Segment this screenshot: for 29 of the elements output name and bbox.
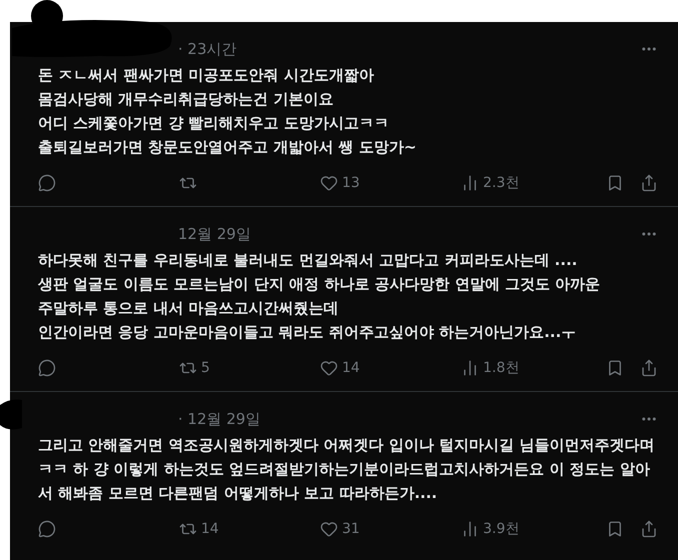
speech-bubble-icon[interactable]: [38, 520, 56, 538]
stat-count: 5: [201, 360, 210, 376]
bar-chart-icon[interactable]: [461, 174, 479, 192]
speech-bubble-icon[interactable]: [38, 174, 56, 192]
stat-count: 14: [201, 521, 219, 537]
speech-bubble-icon[interactable]: [38, 359, 56, 377]
stat-count: 14: [342, 360, 360, 376]
stat-count: 13: [342, 175, 360, 191]
post-text: 돈 ㅈㄴ써서 팬싸가면 미공포도안줘 시간도개짧아 몸검사당해 개무수리취급당하는건 기본이요 어디 스케쫓아가면 걍 빨리해치우고 도망가시고ㅋㅋ 출퇴길보러가면 창문도안열어주고 개밟아서 쌩 도망가~: [38, 65, 418, 158]
heart-icon[interactable]: [320, 359, 338, 377]
bookmark-icon[interactable]: [606, 174, 624, 192]
bookmark-icon[interactable]: [606, 359, 624, 377]
post-time: 12월 29일: [178, 224, 252, 244]
bookmark-icon[interactable]: [606, 520, 624, 538]
stat-count: 3.9천: [483, 520, 520, 538]
post-text: 그리고 안해줄거면 역조공시원하게하겟다 어쩌겟다 입이나 털지마시길 님들이먼저주겟다며ㅋㅋ 하 걍 이렇게 하는것도 엎드려절받기하는기분이라드럽고치사하거든요 이 정도는 알아서 해봐좀 모르면 다른팬덤 어떻게하나 보고 따라하든가....: [38, 435, 656, 504]
share-icon[interactable]: [640, 174, 658, 192]
bar-chart-icon[interactable]: [461, 520, 479, 538]
post-text: 하다못해 친구를 우리동네로 불러내도 먼길와줘서 고맙다고 커피라도사는데 .... 생판 얼굴도 이름도 모르는남이 단지 애정 하나로 공사다망한 연말에 그것도 아까운 주말하루 통으로 내서 마음쓰고시간써줬는데 인간이라면 응당 고마운마음이들고 뭐라도 쥐어주고싶어야 하는거아닌가요...ㅜ: [38, 250, 602, 343]
share-icon[interactable]: [640, 359, 658, 377]
heart-icon[interactable]: [320, 520, 338, 538]
stat-count: 31: [342, 521, 360, 537]
stat-count: 2.3천: [483, 174, 520, 192]
heart-icon[interactable]: [320, 174, 338, 192]
bar-chart-icon[interactable]: [461, 359, 479, 377]
post-time: · 12월 29일: [178, 410, 262, 428]
stat-count: 1.8천: [483, 359, 520, 377]
post-time: · 23시간: [178, 40, 238, 58]
share-icon[interactable]: [640, 520, 658, 538]
